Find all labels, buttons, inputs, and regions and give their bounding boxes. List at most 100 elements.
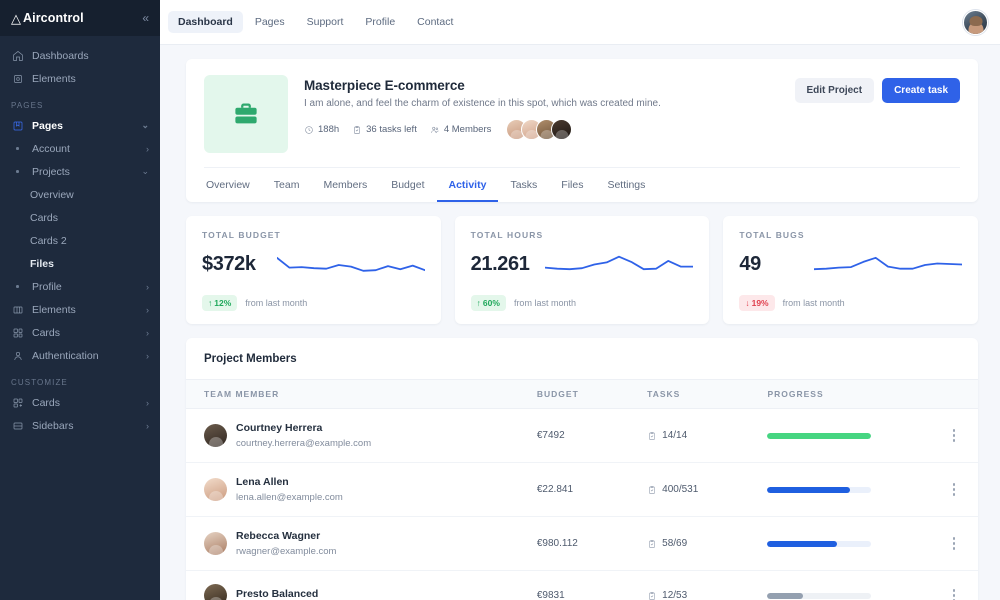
sidebar-item-cards[interactable]: Cards — [0, 206, 160, 229]
chevron-right-icon: › — [146, 350, 149, 361]
stat-label: TOTAL BUGS — [739, 230, 805, 240]
avatar — [204, 478, 227, 501]
table-row[interactable]: Courtney Herrera courtney.herrera@exampl… — [186, 408, 978, 463]
stat-mid: $372k — [202, 247, 425, 281]
stat-footer: ↓ 19% from last month — [739, 295, 962, 311]
sidebar-item-sidebars[interactable]: Sidebars › — [0, 414, 160, 437]
project-info: Masterpiece E-commerce I am alone, and f… — [304, 75, 779, 153]
stat-note: from last month — [782, 298, 845, 308]
meta-members-label: 4 Members — [443, 124, 492, 135]
avatar — [204, 424, 227, 447]
members-table: TEAM MEMBER BUDGET TASKS PROGRESS Courtn… — [186, 379, 978, 600]
sidebar-item-authentication[interactable]: Authentication › — [0, 344, 160, 367]
table-header-row: TEAM MEMBER BUDGET TASKS PROGRESS — [186, 379, 978, 409]
sidebar-item-label: Dashboards — [32, 49, 89, 62]
sidebar-section-pages: PAGES — [11, 101, 44, 110]
sidebar-item-projects[interactable]: Projects ⌄ — [0, 160, 160, 183]
clipboard-check-icon — [354, 125, 360, 134]
chevron-down-icon: ⌄ — [141, 166, 149, 176]
sidebar-brand: △ Aircontrol « — [0, 0, 160, 36]
more-options-icon[interactable] — [938, 537, 978, 550]
sidebar-item-account[interactable]: Account › — [0, 137, 160, 160]
column-progress: PROGRESS — [767, 379, 938, 409]
sidebar-item-elements-top[interactable]: Elements — [0, 67, 160, 90]
tab-members[interactable]: Members — [311, 168, 379, 202]
member-email: lena.allen@example.com — [236, 492, 343, 503]
sidebar-item-label: Profile — [32, 280, 62, 293]
project-header-top: Masterpiece E-commerce I am alone, and f… — [204, 75, 960, 167]
sparkline-chart — [814, 256, 963, 271]
topnav-item-profile[interactable]: Profile — [355, 11, 405, 33]
tasks-value: 12/53 — [662, 590, 688, 600]
stat-footer: ↑ 12% from last month — [202, 295, 425, 311]
sidebar-item-label: Cards — [32, 396, 61, 409]
member-email: rwagner@example.com — [236, 546, 337, 557]
sparkline-chart — [545, 255, 694, 271]
sidebar-item-files[interactable]: Files — [0, 252, 160, 275]
more-options-icon[interactable] — [938, 483, 978, 496]
status-badge: ↑ 12% — [202, 295, 238, 311]
sidebar-item-overview[interactable]: Overview — [0, 183, 160, 206]
project-meta: 188h 36 tasks left 4 Members — [304, 119, 779, 140]
table-body: Courtney Herrera courtney.herrera@exampl… — [186, 408, 978, 600]
arrow-down-icon: ↓ — [745, 298, 750, 308]
topnav-item-dashboard[interactable]: Dashboard — [168, 11, 243, 33]
cell-budget: €7492 — [536, 408, 648, 463]
member-name: Lena Allen — [236, 476, 289, 488]
chevron-double-left-icon[interactable]: « — [142, 11, 149, 25]
chevron-right-icon: › — [146, 327, 149, 338]
topnav-item-pages[interactable]: Pages — [245, 11, 295, 33]
table-row[interactable]: Rebecca Wagner rwagner@example.com €980.… — [186, 516, 978, 571]
sidebar-item-pages[interactable]: Pages ⌄ — [0, 114, 160, 137]
avatar — [204, 532, 227, 555]
project-thumbnail — [204, 75, 288, 153]
sidebar-item-cards-group[interactable]: Cards › — [0, 321, 160, 344]
stat-card-total-budget: TOTAL BUDGET $372k ↑ 12% from last month — [186, 216, 441, 324]
clipboard-check-icon — [649, 431, 655, 440]
tab-settings[interactable]: Settings — [595, 168, 657, 202]
cell-member: Courtney Herrera courtney.herrera@exampl… — [186, 408, 537, 463]
tab-files[interactable]: Files — [549, 168, 595, 202]
tab-overview[interactable]: Overview — [204, 168, 262, 202]
stat-card-total-hours: TOTAL HOURS 21.261 ↑ 60% from last month — [454, 216, 710, 324]
sidebar-item-label: Account — [32, 142, 70, 155]
table-row[interactable]: Presto Balanced €9831 12/53 — [186, 570, 978, 600]
tab-tasks[interactable]: Tasks — [498, 168, 549, 202]
topnav-item-contact[interactable]: Contact — [407, 11, 463, 33]
cell-progress — [767, 516, 938, 571]
sidebar-item-customize-cards[interactable]: Cards › — [0, 391, 160, 414]
avatar[interactable] — [963, 9, 988, 35]
app-root: △ Aircontrol « Dashboards Elements PAGES — [0, 0, 1000, 600]
top-nav-items: Dashboard Pages Support Profile Contact — [168, 11, 961, 33]
sidebar-item-cards-2[interactable]: Cards 2 — [0, 229, 160, 252]
cell-actions — [937, 408, 978, 463]
sidebar-item-dashboards[interactable]: Dashboards — [0, 44, 160, 67]
tab-budget[interactable]: Budget — [379, 168, 436, 202]
create-task-button[interactable]: Create task — [882, 78, 960, 103]
sidebar-item-elements[interactable]: Elements › — [0, 298, 160, 321]
stat-card-total-bugs: TOTAL BUGS 49 ↓ 19% from last month — [723, 216, 979, 324]
section-title: Project Members — [204, 353, 297, 365]
table-row[interactable]: Lena Allen lena.allen@example.com €22.84… — [186, 462, 978, 517]
tab-activity[interactable]: Activity — [436, 168, 499, 202]
sidebar-icon — [11, 419, 24, 432]
brand-logo[interactable]: △ Aircontrol — [11, 11, 84, 25]
tab-team[interactable]: Team — [262, 168, 312, 202]
avatar[interactable] — [551, 119, 573, 140]
edit-project-button[interactable]: Edit Project — [794, 78, 875, 103]
chevron-right-icon: › — [146, 304, 149, 315]
main-area: Dashboard Pages Support Profile Contact — [160, 0, 1000, 600]
progress-bar — [767, 540, 872, 547]
more-options-icon[interactable] — [938, 429, 978, 442]
chevron-right-icon: › — [146, 397, 149, 408]
home-icon — [11, 49, 24, 62]
cell-actions — [937, 516, 978, 571]
topnav-item-support[interactable]: Support — [297, 11, 354, 33]
progress-bar — [767, 486, 872, 493]
sidebar-item-profile[interactable]: Profile › — [0, 275, 160, 298]
cell-tasks: 12/53 — [647, 570, 768, 600]
badge-value: 12% — [214, 298, 232, 308]
more-options-icon[interactable] — [938, 589, 978, 600]
member-avatar-stack — [506, 119, 573, 140]
tasks-value: 58/69 — [662, 538, 688, 549]
